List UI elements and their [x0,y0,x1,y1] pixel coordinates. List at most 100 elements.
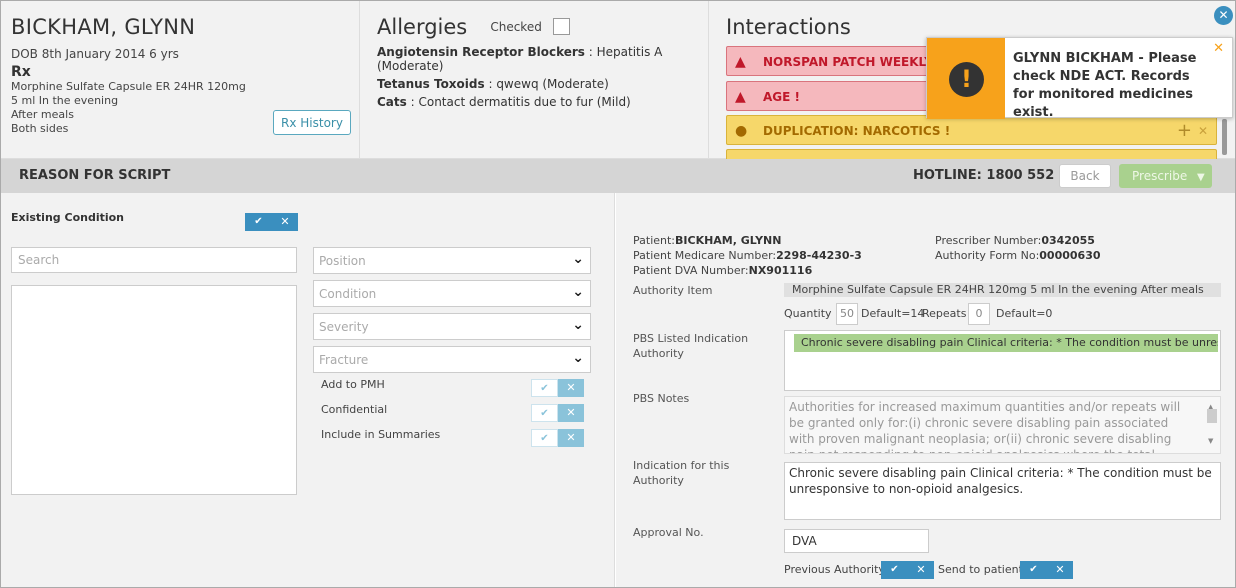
patient-summary: BICKHAM, GLYNN DOB 8th January 2014 6 yr… [1,1,360,159]
notification-toast: ! GLYNN BICKHAM - Please check NDE ACT. … [926,37,1233,120]
existing-condition-label: Existing Condition [11,211,125,224]
checked-checkbox[interactable] [552,18,570,35]
toast-message: GLYNN BICKHAM - Please check NDE ACT. Re… [1013,51,1197,120]
checked-label: Checked [490,20,542,34]
toast-close-icon[interactable]: ✕ [1213,41,1224,56]
quantity-input[interactable]: 50 [836,303,858,325]
send-to-patient-label: Send to patient [938,563,1023,576]
quantity-label: Quantity [784,307,832,320]
chevron-down-icon: ▼ [1197,172,1205,183]
pbs-notes-content: Authorities for increased maximum quanti… [789,400,1181,453]
scroll-thumb[interactable] [1207,409,1217,423]
cross-icon: ✕ [558,379,584,397]
prescribe-label: Prescribe [1132,169,1188,183]
chevron-down-icon: ⌄ [572,317,584,333]
fracture-select[interactable]: Fracture ⌄ [313,346,591,373]
cross-icon: ✕ [1047,561,1073,579]
interaction-alert[interactable] [726,149,1217,159]
chevron-down-icon: ⌄ [572,350,584,366]
action-bar: REASON FOR SCRIPT HOTLINE: 1800 552 580 … [1,159,1235,193]
check-icon: ✔ [531,404,558,422]
rx-history-button[interactable]: Rx History [273,110,351,135]
app-frame: BICKHAM, GLYNN DOB 8th January 2014 6 yr… [0,0,1236,588]
check-icon: ✔ [531,429,558,447]
allergy-name: Angiotensin Receptor Blockers [377,45,585,59]
pbs-indication-box[interactable]: Chronic severe disabling pain Clinical c… [784,330,1221,391]
scroll-down-icon[interactable]: ▼ [1208,433,1213,449]
interactions-title: Interactions [726,15,851,39]
check-icon: ✔ [531,379,558,397]
pbs-indication-label: PBS Listed Indication Authority [633,332,749,360]
authform-label: Authority Form No: [935,249,1040,262]
authority-panel: Patient:BICKHAM, GLYNN Patient Medicare … [616,193,1235,587]
dva-value: NX901116 [748,264,813,277]
select-value: Position [319,254,366,268]
select-value: Condition [319,287,377,301]
pbs-notes-text: Authorities for increased maximum quanti… [784,396,1221,454]
check-icon: ✔ [1020,561,1047,579]
indication-label: Indication for this Authority [633,459,730,487]
prescriber-label: Prescriber Number: [935,234,1042,247]
cross-icon: ✕ [908,561,934,579]
cross-icon: ✕ [272,213,298,231]
patient-label: Patient: [633,234,676,247]
check-icon: ✔ [245,213,272,231]
condition-panel: Existing Condition ✔ ✕ Search Position ⌄ … [1,193,615,587]
position-select[interactable]: Position ⌄ [313,247,591,274]
allergy-item: Tetanus Toxoids : qwewq (Moderate) [377,77,692,91]
patient-info: Patient:BICKHAM, GLYNN [633,234,781,247]
rx-line: Morphine Sulfate Capsule ER 24HR 120mg [11,80,246,93]
condition-list[interactable] [11,285,297,495]
medicare-info: Patient Medicare Number:2298-44230-3 [633,249,862,262]
confidential-toggle[interactable]: ✔ ✕ [531,404,584,422]
chevron-down-icon: ⌄ [572,251,584,267]
allergy-detail: : qwewq (Moderate) [484,77,609,91]
authority-item-value: Morphine Sulfate Capsule ER 24HR 120mg 5… [784,283,1221,297]
interactions-scrollbar[interactable] [1222,119,1227,155]
repeats-input[interactable]: 0 [968,303,990,325]
existing-condition-toggle[interactable]: ✔ ✕ [245,213,298,231]
allergy-name: Cats [377,95,407,109]
prescribe-button[interactable]: Prescribe ▼ [1119,164,1212,188]
back-button[interactable]: Back [1059,164,1111,188]
patient-value: BICKHAM, GLYNN [675,234,782,247]
repeats-label: Repeats [922,307,967,320]
include-summaries-toggle[interactable]: ✔ ✕ [531,429,584,447]
notes-scrollbar[interactable]: ▲ ▼ [1206,399,1218,451]
rx-label: Rx [11,64,31,80]
dva-info: Patient DVA Number:NX901116 [633,264,812,277]
patient-name: BICKHAM, GLYNN [11,15,196,39]
approval-label: Approval No. [633,526,704,539]
medicare-label: Patient Medicare Number: [633,249,777,262]
add-to-pmh-label: Add to PMH [321,378,385,391]
confidential-label: Confidential [321,403,388,416]
section-title: REASON FOR SCRIPT [19,168,171,183]
repeats-default: Default=0 [996,307,1053,320]
check-icon: ✔ [881,561,908,579]
prescriber-info: Prescriber Number:0342055 [935,234,1095,247]
patient-dob: DOB 8th January 2014 6 yrs [11,47,179,61]
alert-text: DUPLICATION: NARCOTICS ! [763,124,951,138]
indication-textarea[interactable]: Chronic severe disabling pain Clinical c… [784,462,1221,520]
include-summaries-label: Include in Summaries [321,428,441,441]
severity-select[interactable]: Severity ⌄ [313,313,591,340]
condition-select[interactable]: Condition ⌄ [313,280,591,307]
close-icon[interactable]: ✕ [1214,6,1233,25]
allergy-detail: : Contact dermatitis due to fur (Mild) [406,95,631,109]
authority-form-info: Authority Form No:00000630 [935,249,1101,262]
pbs-indication-tag[interactable]: Chronic severe disabling pain Clinical c… [794,334,1218,352]
authform-value: 00000630 [1039,249,1101,262]
add-to-pmh-toggle[interactable]: ✔ ✕ [531,379,584,397]
medicare-value: 2298-44230-3 [776,249,862,262]
cross-icon: ✕ [558,429,584,447]
previous-authority-toggle[interactable]: ✔ ✕ [881,561,934,579]
allergies-title: Allergies [377,15,468,39]
warning-icon: ▲ [735,89,746,105]
quantity-default: Default=14 [861,307,925,320]
warning-icon: ▲ [735,54,746,70]
dva-label: Patient DVA Number: [633,264,749,277]
approval-input[interactable]: DVA [784,529,929,553]
authority-item-label: Authority Item [633,284,713,297]
send-to-patient-toggle[interactable]: ✔ ✕ [1020,561,1073,579]
search-input[interactable]: Search [11,247,297,273]
